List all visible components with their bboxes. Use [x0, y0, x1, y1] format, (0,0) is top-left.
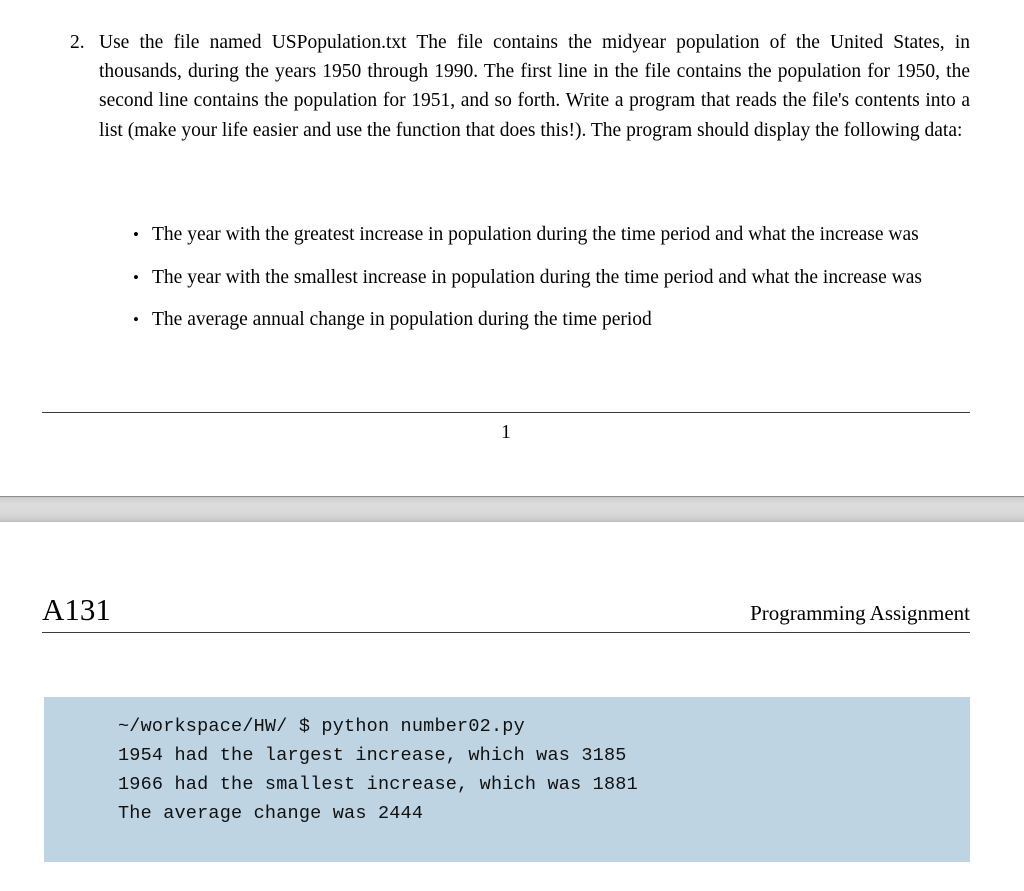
document-page-two: A131 Programming Assignment ~/workspace/…	[0, 522, 1024, 891]
terminal-output-line: 1954 had the largest increase, which was…	[118, 745, 627, 766]
terminal-output-line: The average change was 2444	[118, 803, 424, 824]
exercise-item-2: 2. Use the file named USPopulation.txt T…	[70, 28, 970, 145]
list-item-label: The year with the greatest increase in p…	[152, 224, 919, 245]
terminal-output-block: ~/workspace/HW/ $ python number02.py 195…	[44, 697, 970, 862]
exercise-number: 2.	[70, 32, 85, 53]
list-item-label: The year with the smallest increase in p…	[152, 266, 923, 288]
list-item-label: The average annual change in population …	[152, 309, 652, 330]
terminal-output-line: 1966 had the smallest increase, which wa…	[118, 774, 638, 795]
bullet-icon: •	[133, 267, 139, 287]
page-separator-band	[0, 496, 1024, 522]
bullet-icon: •	[133, 225, 139, 244]
exercise-text: Use the file named USPopulation.txt The …	[99, 32, 970, 141]
footer-divider	[42, 412, 970, 413]
page-number: 1	[501, 422, 511, 443]
course-code: A131	[42, 592, 111, 627]
list-item: • The year with the smallest increase in…	[133, 264, 971, 293]
list-item: • The average annual change in populatio…	[133, 306, 971, 335]
document-header: A131 Programming Assignment	[42, 592, 970, 628]
header-divider	[42, 632, 970, 633]
document-page-one: 2. Use the file named USPopulation.txt T…	[0, 0, 1024, 496]
list-item: • The year with the greatest increase in…	[133, 221, 971, 250]
page-title: Programming Assignment	[750, 601, 970, 625]
requirements-list: • The year with the greatest increase in…	[133, 221, 971, 335]
bullet-icon: •	[133, 310, 139, 329]
terminal-command-line: ~/workspace/HW/ $ python number02.py	[118, 716, 525, 737]
